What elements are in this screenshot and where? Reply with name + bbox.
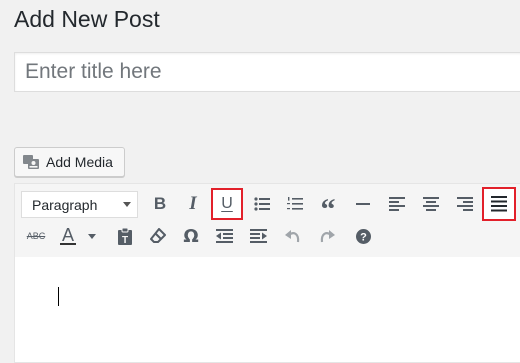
- format-select-value: Paragraph: [32, 196, 98, 213]
- title-field[interactable]: [14, 52, 520, 92]
- editor-toolbar: Paragraph B I U “ ABC A T Ω ?: [15, 184, 520, 258]
- strikethrough-icon: ABC: [26, 231, 46, 241]
- undo-icon: [285, 228, 301, 244]
- underline-icon: U: [221, 195, 233, 212]
- post-title-input[interactable]: [15, 53, 520, 91]
- chevron-down-icon: [88, 233, 96, 239]
- numbered-list-icon: [287, 196, 303, 212]
- align-left-icon: [389, 197, 405, 211]
- horizontal-line-icon: [356, 202, 370, 206]
- help-icon: ?: [355, 228, 371, 244]
- align-left-button[interactable]: [382, 189, 412, 219]
- decrease-indent-button[interactable]: [209, 221, 239, 251]
- redo-icon: [319, 228, 335, 244]
- undo-button[interactable]: [278, 221, 308, 251]
- justify-icon: [491, 196, 507, 212]
- text-cursor: [58, 287, 59, 306]
- format-select[interactable]: Paragraph: [21, 191, 138, 218]
- add-media-label: Add Media: [46, 154, 113, 170]
- blockquote-button[interactable]: “: [313, 189, 343, 225]
- numbered-list-button[interactable]: [280, 189, 310, 219]
- redo-button[interactable]: [312, 221, 342, 251]
- underline-button[interactable]: U: [211, 188, 243, 220]
- strikethrough-button[interactable]: ABC: [21, 221, 51, 251]
- italic-icon: I: [189, 193, 197, 214]
- bold-icon: B: [153, 194, 167, 213]
- indent-icon: [249, 229, 267, 243]
- clipboard-icon: T: [117, 227, 133, 245]
- horizontal-line-button[interactable]: [348, 189, 378, 219]
- align-center-icon: [423, 197, 439, 211]
- bold-button[interactable]: B: [145, 189, 175, 219]
- justify-button[interactable]: [482, 187, 516, 221]
- align-right-button[interactable]: [450, 189, 480, 219]
- editor-content-area[interactable]: [15, 257, 520, 362]
- align-center-button[interactable]: [416, 189, 446, 219]
- eraser-icon: [150, 228, 166, 244]
- paste-as-text-button[interactable]: T: [110, 221, 140, 251]
- chevron-down-icon: [123, 202, 131, 207]
- editor: Paragraph B I U “ ABC A T Ω ?: [14, 183, 520, 363]
- svg-text:?: ?: [360, 231, 367, 243]
- add-media-icon: [22, 154, 40, 170]
- bulleted-list-icon: [254, 197, 270, 211]
- keyboard-shortcuts-button[interactable]: ?: [348, 221, 378, 251]
- add-media-button[interactable]: Add Media: [14, 147, 125, 177]
- page-title: Add New Post: [14, 6, 160, 32]
- text-color-button[interactable]: A: [55, 221, 101, 251]
- bulleted-list-button[interactable]: [247, 189, 277, 219]
- clear-formatting-button[interactable]: [143, 221, 173, 251]
- outdent-icon: [215, 229, 233, 243]
- omega-icon: Ω: [183, 225, 199, 247]
- italic-button[interactable]: I: [178, 189, 208, 219]
- text-color-icon: A: [59, 225, 76, 245]
- increase-indent-button[interactable]: [243, 221, 273, 251]
- svg-text:T: T: [122, 235, 128, 245]
- special-character-button[interactable]: Ω: [176, 221, 206, 251]
- align-right-icon: [457, 197, 473, 211]
